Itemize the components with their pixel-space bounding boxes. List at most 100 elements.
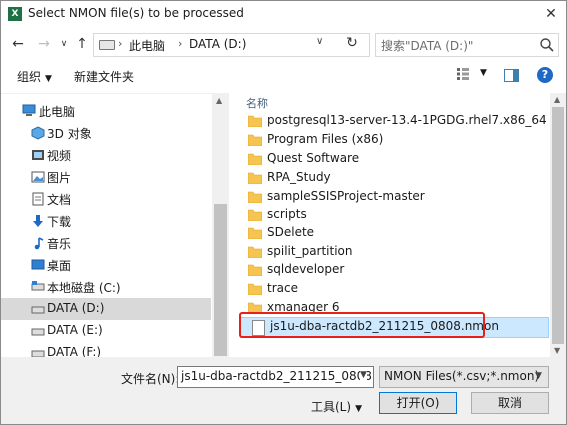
title-bar: X Select NMON file(s) to be processed ✕ (1, 1, 566, 27)
filename-label: 文件名(N): (121, 372, 180, 386)
tree-item-documents[interactable]: 文档 (1, 188, 211, 210)
tree-label: 文档 (47, 193, 72, 207)
tree-label: DATA (E:) (47, 323, 103, 337)
tree-label: 视频 (47, 149, 72, 163)
file-name: RPA_Study (267, 170, 331, 184)
computer-icon (22, 104, 36, 116)
music-icon (34, 237, 44, 250)
tree-label: 3D 对象 (47, 127, 92, 141)
organize-button[interactable]: 组织 ▼ (17, 68, 52, 85)
refresh-button[interactable]: ↻ (343, 35, 361, 51)
tree-item-local-disk-c[interactable]: 本地磁盘 (C:) (1, 276, 211, 298)
breadcrumb-data-d[interactable]: DATA (D:) (189, 37, 246, 51)
tree-label: 音乐 (47, 237, 72, 251)
list-item[interactable]: spilit_partition (238, 243, 548, 262)
3d-objects-icon (31, 126, 45, 140)
folder-icon (248, 264, 262, 276)
chevron-down-icon[interactable]: ▼ (535, 371, 542, 381)
preview-pane-icon[interactable] (504, 69, 519, 82)
folder-icon (248, 191, 262, 203)
drive-icon (31, 281, 45, 291)
list-item[interactable]: scripts (238, 206, 548, 225)
column-header-name[interactable]: 名称 (246, 95, 268, 111)
scrollbar-thumb[interactable] (214, 204, 227, 356)
list-item[interactable]: sqldeveloper (238, 261, 548, 280)
list-item[interactable]: postgresql13-server-13.4-1PGDG.rhel7.x86… (238, 112, 548, 131)
tree-item-pictures[interactable]: 图片 (1, 166, 211, 188)
download-icon (33, 215, 43, 227)
forward-button[interactable]: → (35, 35, 53, 53)
filename-input[interactable]: js1u-dba-ractdb2_211215_0808.nmon ▼ (177, 366, 374, 388)
red-highlight-annotation (239, 312, 485, 338)
list-item[interactable]: RPA_Study (238, 169, 548, 188)
tree-label: 图片 (47, 171, 72, 185)
new-folder-button[interactable]: 新建文件夹 (74, 68, 134, 85)
file-name: spilit_partition (267, 244, 353, 258)
tools-menu-button[interactable]: 工具(L) ▼ (311, 398, 362, 415)
search-input[interactable]: 搜索"DATA (D:)" (381, 37, 473, 54)
list-item[interactable]: xmanager 6 (238, 299, 548, 313)
list-item[interactable]: Program Files (x86) (238, 131, 548, 150)
help-icon[interactable]: ? (537, 67, 553, 83)
close-button[interactable]: ✕ (536, 1, 566, 27)
tree-label: 桌面 (47, 259, 72, 273)
breadcrumb-chevron-icon: › (118, 37, 123, 50)
scroll-up-icon[interactable]: ▲ (554, 95, 560, 104)
file-list: 名称 postgresql13-server-13.4-1PGDG.rhel7.… (230, 93, 566, 357)
chevron-down-icon[interactable]: ▼ (360, 370, 367, 380)
up-button[interactable]: ↑ (73, 35, 91, 53)
tree-label: 下载 (47, 215, 72, 229)
file-type-value: NMON Files(*.csv;*.nmon) (384, 369, 540, 383)
tree-item-music[interactable]: 音乐 (1, 232, 211, 254)
scroll-down-icon[interactable]: ▼ (554, 346, 560, 355)
list-item[interactable]: Quest Software (238, 150, 548, 169)
tree-item-3d-objects[interactable]: 3D 对象 (1, 122, 211, 144)
address-bar[interactable]: › 此电脑 › DATA (D:) ∨ (93, 33, 370, 57)
search-box[interactable]: 搜索"DATA (D:)" (375, 33, 559, 57)
cancel-button[interactable]: 取消 (471, 392, 549, 414)
scrollbar-thumb[interactable] (552, 107, 564, 344)
window-title: Select NMON file(s) to be processed (28, 6, 244, 20)
file-name: postgresql13-server-13.4-1PGDG.rhel7.x86… (267, 113, 547, 127)
tree-item-downloads[interactable]: 下载 (1, 210, 211, 232)
desktop-icon (31, 259, 45, 270)
drive-icon (31, 328, 45, 336)
folder-icon (248, 246, 262, 258)
file-name: sampleSSISProject-master (267, 189, 425, 203)
chevron-down-icon[interactable]: ∨ (316, 36, 323, 47)
file-name: Quest Software (267, 151, 360, 165)
dialog-footer: 文件名(N): js1u-dba-ractdb2_211215_0808.nmo… (1, 357, 566, 424)
folder-icon (248, 134, 262, 146)
folder-icon (248, 283, 262, 295)
tree-item-this-pc[interactable]: 此电脑 (1, 100, 211, 122)
back-button[interactable]: ← (9, 35, 27, 53)
file-name: trace (267, 281, 298, 295)
tree-item-desktop[interactable]: 桌面 (1, 254, 211, 276)
drive-icon (31, 306, 45, 314)
documents-icon (32, 192, 44, 206)
breadcrumb-this-pc[interactable]: 此电脑 (129, 37, 165, 54)
file-list-scrollbar[interactable]: ▲ ▼ (550, 93, 566, 357)
file-type-select[interactable]: NMON Files(*.csv;*.nmon) ▼ (379, 366, 549, 388)
filename-value[interactable]: js1u-dba-ractdb2_211215_0808.nmon (181, 369, 373, 383)
command-bar: 组织 ▼ 新建文件夹 ▼ ? (1, 63, 566, 89)
caret-down-icon: ▼ (45, 74, 52, 84)
recent-locations-button[interactable]: ∨ (55, 35, 73, 53)
caret-down-icon[interactable]: ▼ (480, 68, 487, 78)
tree-item-data-d[interactable]: DATA (D:) (1, 298, 211, 320)
folder-icon (248, 227, 262, 239)
nav-pane-scrollbar[interactable]: ▲ (212, 94, 229, 358)
list-item[interactable]: trace (238, 280, 548, 299)
file-name: SDelete (267, 225, 315, 239)
tree-label: 此电脑 (39, 105, 76, 119)
list-item[interactable]: sampleSSISProject-master (238, 188, 548, 207)
tree-item-videos[interactable]: 视频 (1, 144, 211, 166)
video-icon (32, 150, 44, 160)
tree-item-data-e[interactable]: DATA (E:) (1, 320, 211, 342)
file-name: scripts (267, 207, 307, 221)
open-button[interactable]: 打开(O) (379, 392, 457, 414)
scroll-up-icon[interactable]: ▲ (216, 96, 222, 105)
list-item[interactable]: SDelete (238, 224, 548, 243)
folder-icon (248, 115, 262, 127)
view-options-icon[interactable] (457, 68, 469, 80)
